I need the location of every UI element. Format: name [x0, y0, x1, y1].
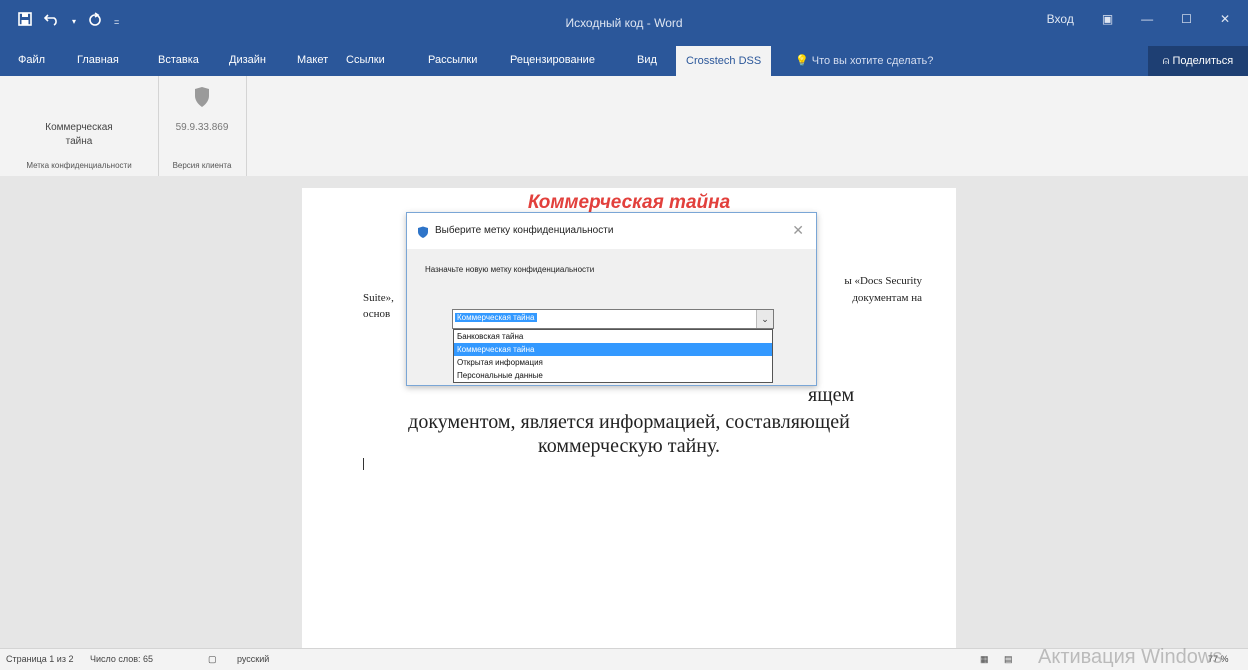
print-layout-icon[interactable]: ▤ — [1004, 654, 1013, 665]
big-line1-tail: ящем — [808, 384, 855, 406]
tab-design[interactable]: Дизайн — [229, 54, 266, 66]
confidentiality-label-button[interactable]: Коммерческая тайна — [0, 121, 158, 149]
confidentiality-label-line2: тайна — [65, 136, 93, 147]
minimize-icon[interactable]: — — [1141, 12, 1153, 26]
label-dropdown-list: Банковская тайна Коммерческая тайна Откр… — [453, 329, 773, 383]
dropdown-option[interactable]: Коммерческая тайна — [454, 343, 772, 356]
confidentiality-stamp: Коммерческая тайна — [527, 192, 731, 213]
dialog-prompt: Назначьте новую метку конфиденциальности — [425, 265, 595, 274]
lightbulb-icon: 💡 — [795, 55, 809, 67]
big-line3: коммерческую тайну. — [538, 435, 720, 457]
label-select[interactable]: Коммерческая тайна ⌄ — [452, 309, 774, 329]
tab-references[interactable]: Ссылки — [346, 54, 385, 66]
tab-view[interactable]: Вид — [637, 54, 657, 66]
tab-layout[interactable]: Макет — [297, 54, 328, 66]
chevron-down-icon[interactable]: ⌄ — [756, 310, 773, 328]
big-line2: документом, является информацией, состав… — [408, 411, 850, 433]
signin-link[interactable]: Вход — [1047, 12, 1074, 26]
client-version-value: 59.9.33.869 — [175, 122, 229, 133]
ribbon-group-version: 59.9.33.869 Версия клиента — [158, 76, 247, 176]
close-icon[interactable]: ✕ — [792, 222, 804, 239]
tab-review[interactable]: Рецензирование — [510, 54, 595, 66]
text-cursor — [363, 458, 364, 470]
paragraph-fragment-left-1: Suite», — [363, 292, 394, 304]
windows-activation-watermark: Активация Windows — [1038, 646, 1223, 668]
status-page[interactable]: Страница 1 из 2 — [6, 654, 73, 664]
window-controls: Вход ▣ — ☐ ✕ — [1047, 12, 1248, 26]
dropdown-option[interactable]: Банковская тайна — [454, 330, 772, 343]
label-select-value: Коммерческая тайна — [455, 313, 537, 322]
dropdown-option[interactable]: Персональные данные — [454, 369, 772, 382]
proofing-icon[interactable]: ▢ — [208, 654, 217, 665]
close-icon[interactable]: ✕ — [1220, 12, 1230, 26]
focus-icon[interactable]: ▦ — [980, 654, 989, 665]
share-label: Поделиться — [1172, 55, 1234, 67]
tab-mailings[interactable]: Рассылки — [428, 54, 477, 66]
person-icon: ⍝ — [1162, 55, 1170, 67]
paragraph-fragment-left-2: основ — [363, 308, 391, 320]
paragraph-fragment-right-1: ы «Docs Security — [844, 275, 922, 287]
shield-icon — [417, 225, 429, 243]
tab-file[interactable]: Файл — [18, 54, 45, 66]
tell-me-text: Что вы хотите сделать? — [811, 55, 934, 67]
tab-insert[interactable]: Вставка — [158, 54, 199, 66]
tell-me-box[interactable]: 💡 Что вы хотите сделать? — [795, 54, 933, 67]
tab-home[interactable]: Главная — [77, 54, 119, 66]
share-button[interactable]: ⍝ Поделиться — [1148, 46, 1248, 76]
tab-crosstech-dss[interactable]: Crosstech DSS — [676, 46, 772, 76]
ribbon-group-label: Коммерческая тайна Метка конфиденциально… — [0, 76, 159, 176]
shield-icon — [158, 86, 246, 111]
dialog-header: Выберите метку конфиденциальности ✕ — [407, 213, 816, 249]
ribbon-display-icon[interactable]: ▣ — [1102, 12, 1113, 26]
confidentiality-label-line1: Коммерческая — [45, 122, 113, 133]
ribbon-tabs: Файл Главная Вставка Дизайн Макет Ссылки… — [0, 46, 1248, 76]
dialog-title: Выберите метку конфиденциальности — [435, 225, 614, 236]
ribbon: Коммерческая тайна Метка конфиденциально… — [0, 76, 1248, 177]
dropdown-option[interactable]: Открытая информация — [454, 356, 772, 369]
status-words[interactable]: Число слов: 65 — [90, 654, 153, 664]
status-language[interactable]: русский — [237, 654, 269, 664]
group-label-version: Версия клиента — [172, 161, 232, 170]
title-bar: ▾ = Исходный код - Word Вход ▣ — ☐ ✕ — [0, 0, 1248, 46]
big-text-block: документом, является информацией, состав… — [302, 410, 956, 458]
paragraph-fragment-right-2: документам на — [852, 292, 922, 304]
group-label-confidentiality: Метка конфиденциальности — [26, 161, 132, 170]
maximize-icon[interactable]: ☐ — [1181, 12, 1192, 26]
